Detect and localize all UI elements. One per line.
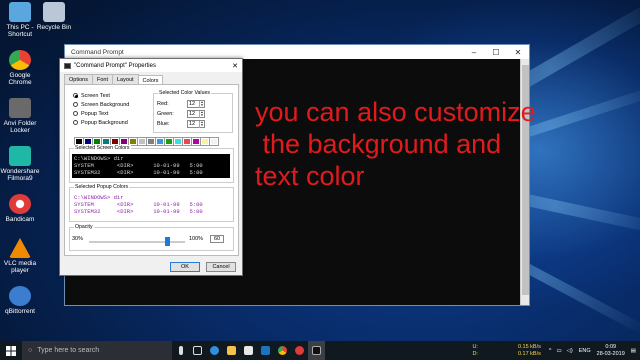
folder-locker-icon	[9, 98, 31, 118]
media-icon[interactable]	[291, 341, 308, 360]
palette-swatch[interactable]	[173, 137, 183, 146]
desktop-icon-filmora[interactable]: Wondershare Filmora9	[0, 146, 40, 182]
palette-swatch[interactable]	[209, 137, 219, 146]
cmd-taskbar-icon[interactable]	[308, 341, 325, 360]
opacity-slider[interactable]	[89, 241, 185, 243]
cancel-button[interactable]: Cancel	[206, 262, 236, 272]
close-icon[interactable]: ✕	[507, 48, 529, 57]
desktop-icon-bandicam[interactable]: Bandicam	[0, 194, 40, 223]
desktop-icon-vlc[interactable]: VLC media player	[0, 238, 40, 274]
maximize-icon[interactable]: ☐	[485, 48, 507, 57]
store-icon[interactable]	[240, 341, 257, 360]
palette-swatch[interactable]	[128, 137, 138, 146]
mail-icon[interactable]	[257, 341, 274, 360]
palette-swatch[interactable]	[146, 137, 156, 146]
opacity-max-label: 100%	[189, 236, 204, 242]
color-palette	[74, 137, 219, 146]
radio-popup-background[interactable]: Popup Background	[73, 118, 129, 127]
colors-panel: Screen Text Screen Background Popup Text…	[64, 84, 239, 256]
ok-button[interactable]: OK	[170, 262, 200, 272]
cmd-title: Command Prompt	[71, 48, 124, 56]
palette-swatch[interactable]	[119, 137, 129, 146]
bandicam-icon	[9, 194, 31, 214]
mic-icon[interactable]	[172, 341, 189, 360]
windows-logo-icon	[6, 345, 16, 356]
taskbar: ○ Type here to search U: 0.15 kB/s D: 0.17…	[0, 341, 640, 360]
chevron-up-icon[interactable]: ^	[549, 348, 552, 354]
language-indicator[interactable]: ENG	[579, 348, 591, 354]
dialog-close-icon[interactable]: ✕	[228, 62, 242, 70]
properties-dialog[interactable]: "Command Prompt" Properties ✕ Options Fo…	[59, 58, 243, 276]
palette-swatch[interactable]	[164, 137, 174, 146]
chrome-icon	[9, 50, 31, 70]
radio-popup-text[interactable]: Popup Text	[73, 109, 129, 118]
desktop-icon-qbittorrent[interactable]: qBittorrent	[0, 286, 40, 315]
desktop-icon-anvi-folder-locker[interactable]: Anvi Folder Locker	[0, 98, 40, 134]
vlc-icon	[9, 238, 31, 258]
network-icon[interactable]: ▭	[556, 348, 561, 354]
qbittorrent-icon	[9, 286, 31, 306]
palette-swatch[interactable]	[92, 137, 102, 146]
system-tray: U: 0.15 kB/s D: 0.17 kB/s ^ ▭ ◁) ENG 0:09 …	[472, 341, 640, 360]
opacity-min-label: 30%	[72, 236, 84, 242]
palette-swatch[interactable]	[110, 137, 120, 146]
palette-swatch[interactable]	[83, 137, 93, 146]
dialog-title-bar[interactable]: "Command Prompt" Properties ✕	[60, 59, 242, 72]
desktop-icon-chrome[interactable]: Google Chrome	[0, 50, 40, 86]
volume-icon[interactable]: ◁)	[567, 348, 573, 354]
desktop-icon-recycle-bin[interactable]: Recycle Bin	[34, 2, 74, 31]
caption-overlay: you can also customize the background an…	[255, 97, 536, 191]
recycle-bin-icon	[43, 2, 65, 22]
red-stepper[interactable]: 12 ▲ ▼	[187, 100, 205, 108]
task-view-icon[interactable]	[189, 341, 206, 360]
search-icon: ○	[28, 347, 33, 354]
taskbar-search[interactable]: ○ Type here to search	[22, 341, 172, 360]
start-button[interactable]	[0, 341, 22, 360]
dialog-title: "Command Prompt" Properties	[74, 62, 156, 69]
popup-colors-preview: C:\WINDOWS> dir SYSTEM <DIR> 10-01-99 5:…	[72, 193, 230, 217]
cmd-title-bar[interactable]: Command Prompt – ☐ ✕	[65, 45, 529, 59]
palette-swatch[interactable]	[155, 137, 165, 146]
radio-screen-text[interactable]: Screen Text	[73, 91, 129, 100]
file-explorer-icon[interactable]	[223, 341, 240, 360]
opacity-value-field[interactable]: 60	[210, 235, 224, 243]
notifications-icon[interactable]: ▤	[631, 348, 636, 354]
clock[interactable]: 0:09 28-03-2019	[597, 344, 625, 358]
cmd-app-icon	[64, 62, 71, 69]
palette-swatch[interactable]	[101, 137, 111, 146]
screen-colors-preview: C:\WINDOWS> dir SYSTEM <DIR> 10-01-99 5:…	[72, 154, 230, 178]
opacity-slider-thumb[interactable]	[165, 237, 170, 246]
desktop: This PC - Shortcut Recycle Bin Google Ch…	[0, 0, 640, 341]
minimize-icon[interactable]: –	[463, 48, 485, 57]
edge-icon[interactable]	[206, 341, 223, 360]
selected-color-values-group: Selected Color Values Red: 12 ▲ ▼ Green: 1…	[153, 90, 233, 133]
computer-icon	[9, 2, 31, 22]
network-speed-monitor: U: 0.15 kB/s D: 0.17 kB/s	[472, 343, 541, 357]
filmora-icon	[9, 146, 31, 166]
radio-screen-background[interactable]: Screen Background	[73, 100, 129, 109]
palette-swatch[interactable]	[191, 137, 201, 146]
chrome-taskbar-icon[interactable]	[274, 341, 291, 360]
green-stepper[interactable]: 12 ▲ ▼	[187, 110, 205, 118]
palette-swatch[interactable]	[74, 137, 84, 146]
palette-swatch[interactable]	[137, 137, 147, 146]
blue-stepper[interactable]: 12 ▲ ▼	[187, 120, 205, 128]
palette-swatch[interactable]	[182, 137, 192, 146]
palette-swatch[interactable]	[200, 137, 210, 146]
